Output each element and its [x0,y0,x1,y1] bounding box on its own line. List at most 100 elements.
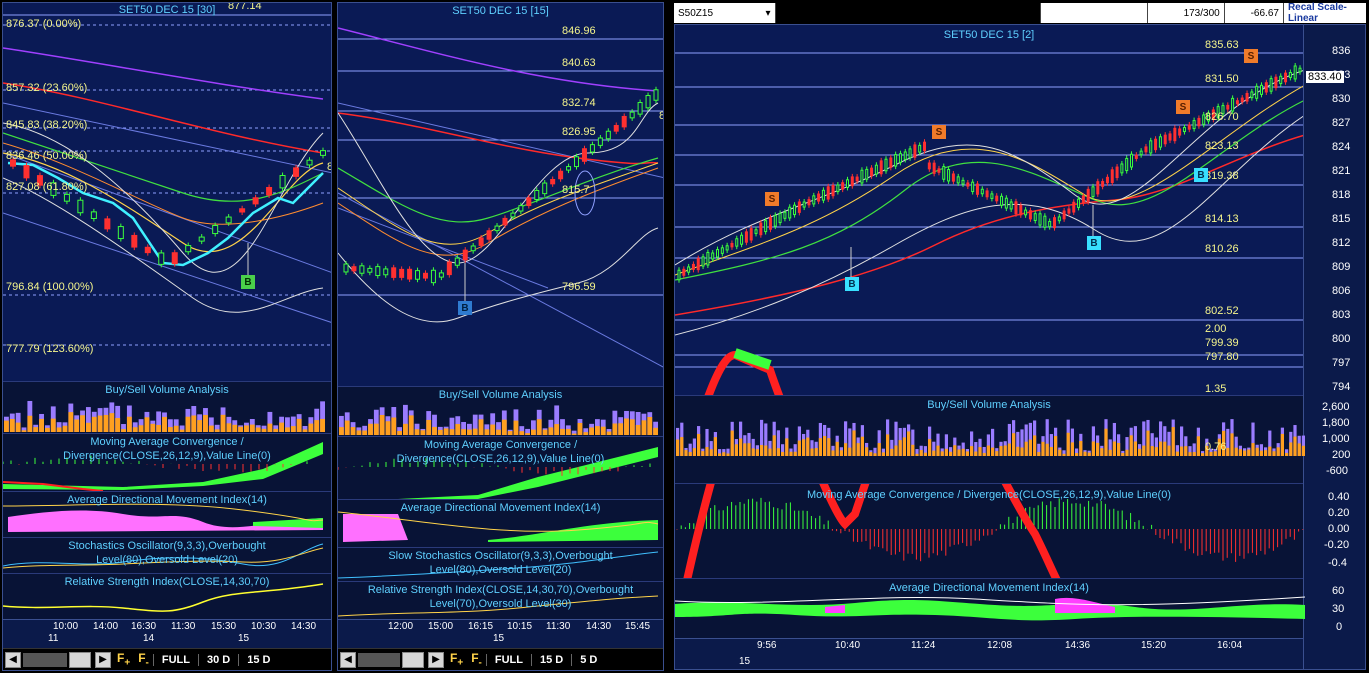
full-button[interactable]: FULL [485,653,531,666]
right-price-area[interactable]: SET50 DEC 15 [2] 835.63 831.50 826.70 82… [675,25,1305,395]
candle-body [696,258,700,271]
buy-signal-marker[interactable]: B [241,275,255,289]
buy-signal-marker[interactable]: B [1194,168,1208,182]
fib-level-618: 827.08 (61.80%) [6,181,88,193]
right-adx-panel: Average Directional Movement Index(14) [675,578,1305,638]
candle-body [1009,201,1013,210]
buy-signal-marker[interactable]: B [845,277,859,291]
candle-body [1255,85,1259,99]
candle-body [971,181,975,193]
price-tick: 809 [1332,261,1351,273]
zoom-in-icon[interactable]: F+ [117,651,130,668]
period-15d-button[interactable]: 15 D [238,653,278,666]
candle-body [597,137,603,146]
volume-bar-buy [397,431,402,435]
time-tick: 11:30 [171,621,196,632]
scroll-thumb[interactable] [402,651,424,668]
recal-scale-button[interactable]: Recal Scale-Linear [1284,2,1366,24]
candle-body [1264,82,1268,93]
candle-body [870,167,874,177]
volume-bar-buy [132,427,138,432]
sell-signal-marker[interactable]: S [1176,100,1190,114]
volume-bar-buy [772,435,776,456]
scroll-track[interactable] [358,652,400,667]
volume-bar-buy [197,420,203,432]
volume-bar-buy [936,445,940,456]
buy-signal-marker[interactable]: B [1087,236,1101,250]
fib-level-500: 836.46 (50.00%) [6,150,88,162]
period-30d-button[interactable]: 30 D [197,653,238,666]
volume-bar-buy [74,419,80,432]
volume-bar-buy [953,445,957,456]
candle-body [1014,201,1018,215]
volume-bar-buy [350,427,356,435]
period-15d-button[interactable]: 15 D [530,653,571,666]
volume-bar-buy [629,419,635,435]
volume-bar-buy [1230,433,1234,456]
left-top-value: 877.14 [228,2,262,12]
volume-bar-buy [156,424,162,432]
candle-body [841,182,845,190]
sell-signal-marker[interactable]: S [932,125,946,139]
period-5d-button[interactable]: 5 D [571,653,605,666]
candle-body [845,179,849,188]
candle-body [720,247,724,254]
candle-body [995,195,999,202]
scroll-thumb[interactable] [69,651,91,668]
volume-bar-buy [907,431,911,456]
symbol-select[interactable]: S50Z15 ▾ [674,3,776,23]
volume-bar-buy [403,423,408,435]
scroll-right-button[interactable]: ▶ [428,651,444,668]
price-tick: 797 [1332,357,1351,369]
volume-bar-buy [1028,439,1032,456]
volume-bar-buy [785,438,789,456]
candle-body [462,249,468,261]
time-tick: 14:00 [93,621,119,632]
candle-body [144,246,151,254]
scroll-left-button[interactable]: ◀ [5,651,21,668]
candle-body [865,168,869,180]
candle-body [961,179,965,185]
time-tick: 12:00 [388,621,414,632]
candle-body [566,166,572,171]
sell-signal-marker[interactable]: S [1244,49,1258,63]
candle-body [1130,153,1134,168]
candle-body [682,268,686,276]
scroll-right-button[interactable]: ▶ [95,651,111,668]
volume-bar-buy [1301,445,1305,456]
zoom-out-icon[interactable]: F- [138,651,149,668]
time-tick: 10:30 [251,621,277,632]
candle-body [104,218,111,230]
volume-bar-buy [1167,445,1171,456]
right-level: 799.39 [1205,337,1239,349]
zoom-out-icon[interactable]: F- [471,651,482,668]
right-level: 835.63 [1205,39,1239,51]
volume-bar-buy [1054,436,1058,456]
buy-signal-marker[interactable]: B [458,301,472,315]
candle-body [252,197,259,205]
volume-bar-buy [173,425,179,432]
volume-bar-buy [676,439,680,456]
candle-body [1052,217,1056,229]
mid-adx-panel: Average Directional Movement Index(14) [338,499,663,547]
volume-bar-buy [344,420,350,435]
full-button[interactable]: FULL [152,653,198,666]
sell-signal-marker[interactable]: S [765,192,779,206]
time-tick: 16:15 [468,621,494,632]
right-level: 797.80 [1205,351,1239,363]
volume-bar-buy [368,423,373,435]
scroll-left-button[interactable]: ◀ [340,651,356,668]
volume-bar-buy [734,444,738,456]
volume-bar-buy [860,436,864,456]
volume-bar-buy [103,414,109,432]
zoom-in-icon[interactable]: F+ [450,651,463,668]
volume-bar-buy [15,422,21,432]
volume-bar-buy [91,416,97,432]
volume-bar-buy [267,423,273,432]
scroll-track[interactable] [23,652,67,667]
time-tick: 10:40 [835,640,861,651]
mid-price-area[interactable]: SET50 DEC 15 [15] 846.96 840.63 832.74 8… [338,3,663,386]
candle-body [1077,198,1081,208]
volume-bar-buy [814,448,818,456]
left-price-area[interactable]: 876.37 (0.00%) 857.32 (23.60%) 845.83 (3… [3,3,331,381]
